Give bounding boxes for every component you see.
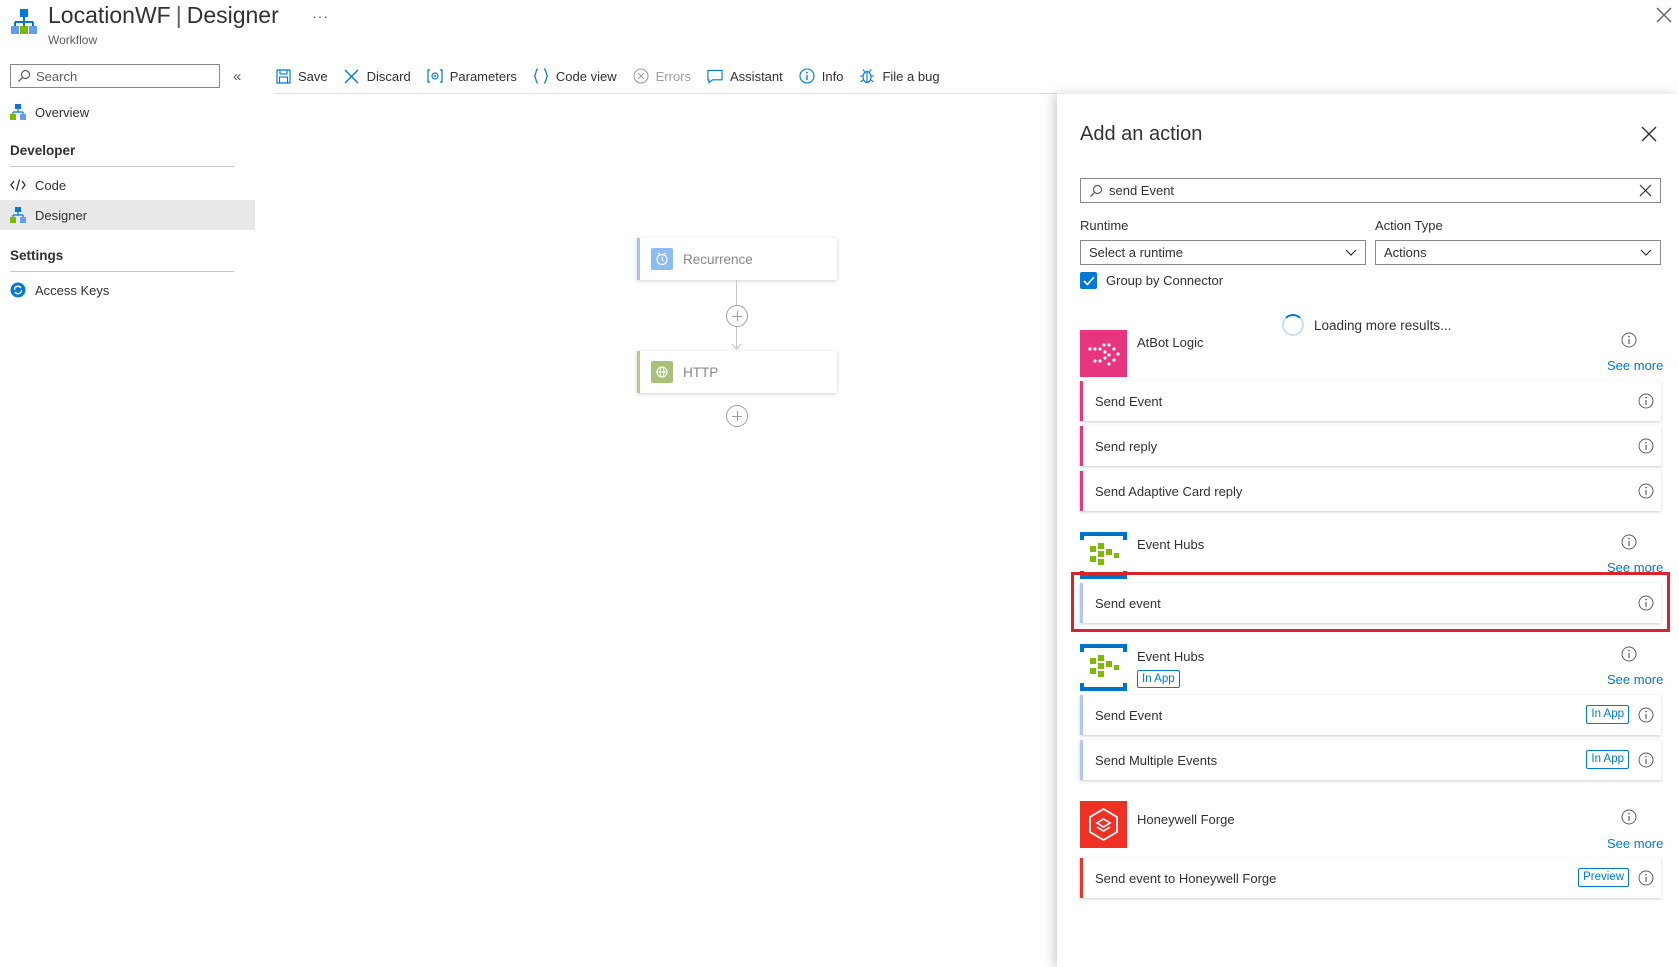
nav-item-label: Access Keys: [35, 282, 110, 298]
braces-icon: [533, 68, 549, 84]
assistant-label: Assistant: [730, 68, 783, 84]
insert-step-button[interactable]: [726, 305, 748, 327]
code-icon: [10, 177, 26, 193]
nav-section-settings: Settings: [10, 248, 64, 263]
globe-icon: [651, 361, 673, 383]
info-button[interactable]: Info: [799, 68, 844, 84]
discard-button[interactable]: Discard: [344, 68, 411, 84]
access-keys-icon: [10, 282, 26, 298]
nav-item-code[interactable]: Code: [0, 170, 255, 200]
step-accent-bar: [637, 351, 640, 393]
save-button[interactable]: Save: [275, 68, 328, 84]
nav-item-label: Code: [35, 177, 67, 193]
parameters-label: Parameters: [449, 68, 517, 84]
clock-icon: [651, 248, 673, 270]
step-label: Recurrence: [683, 251, 753, 267]
designer-icon: [10, 207, 26, 223]
close-icon[interactable]: [1655, 6, 1673, 24]
info-icon: [799, 68, 815, 84]
errors-button[interactable]: Errors: [633, 68, 691, 84]
bug-icon: [859, 68, 875, 84]
designer-canvas[interactable]: Recurrence HTTP: [275, 94, 1057, 967]
error-circle-icon: [633, 68, 649, 84]
errors-label: Errors: [655, 68, 692, 84]
page-name: Designer: [186, 2, 279, 28]
workflow-name: LocationWF: [48, 2, 171, 28]
info-label: Info: [821, 68, 844, 84]
arrow-down-icon: [731, 343, 742, 350]
discard-icon: [344, 68, 360, 84]
workflow-icon: [10, 104, 26, 120]
discard-label: Discard: [366, 68, 411, 84]
save-icon: [275, 68, 291, 84]
parameters-icon: [427, 68, 443, 84]
nav-item-overview[interactable]: Overview: [0, 97, 255, 127]
code-view-label: Code view: [555, 68, 617, 84]
workflow-icon: [11, 9, 37, 34]
nav-section-developer: Developer: [10, 143, 76, 158]
nav-item-label: Overview: [35, 104, 90, 120]
connector-line: [736, 280, 737, 305]
nav-search-box[interactable]: [10, 64, 220, 88]
divider: [10, 166, 234, 167]
nav-item-access-keys[interactable]: Access Keys: [0, 275, 255, 305]
workflow-step-recurrence[interactable]: Recurrence: [637, 238, 837, 280]
page-title: LocationWF | Designer: [48, 2, 279, 29]
more-options-button[interactable]: ···: [312, 8, 329, 24]
page-subtitle: Workflow: [48, 33, 98, 47]
step-accent-bar: [637, 238, 640, 280]
title-separator: |: [175, 2, 182, 28]
honeywell-section: [1057, 94, 1679, 967]
nav-item-label: Designer: [35, 207, 88, 223]
designer-toolbar: Save Discard Parameters Code view Errors…: [275, 62, 956, 90]
collapse-nav-button[interactable]: «: [233, 68, 241, 85]
chat-icon: [707, 68, 723, 84]
file-bug-label: File a bug: [882, 68, 940, 84]
code-view-button[interactable]: Code view: [533, 68, 617, 84]
workflow-step-http[interactable]: HTTP: [637, 351, 837, 393]
nav-item-designer[interactable]: Designer: [0, 200, 255, 230]
step-label: HTTP: [683, 364, 719, 380]
insert-step-button[interactable]: [726, 405, 748, 427]
file-bug-button[interactable]: File a bug: [859, 68, 940, 84]
assistant-button[interactable]: Assistant: [707, 68, 783, 84]
save-label: Save: [298, 68, 328, 84]
app-header: LocationWF | Designer Workflow ···: [0, 0, 1679, 52]
divider: [10, 271, 234, 272]
parameters-button[interactable]: Parameters: [427, 68, 517, 84]
nav-search-input[interactable]: [36, 68, 206, 84]
search-icon: [18, 69, 31, 82]
